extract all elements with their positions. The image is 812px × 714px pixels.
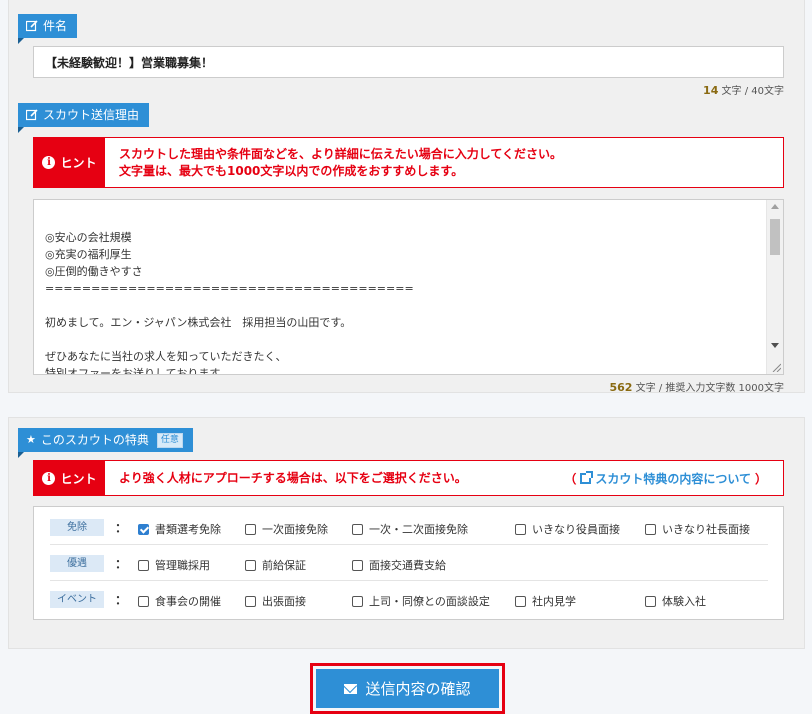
perk-colon: ： — [114, 593, 127, 607]
submit-highlight-frame: 送信内容の確認 — [310, 663, 505, 714]
perk-option-label[interactable]: 管理職採用 — [155, 557, 210, 573]
link-open-paren: （ — [564, 471, 577, 486]
perks-hint-box: i ヒント より強く人材にアプローチする場合は、以下をご選択ください。 （ スカ… — [33, 460, 784, 496]
hint-label-text: ヒント — [60, 156, 97, 170]
subject-tag-label: 件名 — [43, 19, 68, 33]
external-window-icon — [580, 470, 594, 484]
hint-label-text: ヒント — [60, 471, 97, 486]
perk-option[interactable]: いきなり役員面接 — [515, 521, 620, 537]
perk-option[interactable]: 一次面接免除 — [245, 521, 328, 537]
perk-category-label: 免除 — [50, 518, 104, 536]
reason-char-counter: 562 文字 / 推奨入力文字数 1000文字 — [609, 379, 784, 394]
perk-option[interactable]: 社内見学 — [515, 593, 576, 609]
perk-option-label[interactable]: 上司・同僚との面談設定 — [369, 593, 490, 609]
perk-category-label: イベント — [50, 591, 104, 608]
perks-tag: ★ このスカウトの特典 任意 — [18, 428, 193, 458]
checkbox[interactable] — [645, 595, 656, 607]
scroll-down-arrow-icon[interactable] — [771, 343, 779, 348]
scout-reason-textarea[interactable]: ◎安心の会社規模 ◎充実の福利厚生 ◎圧倒的働きやすさ ============… — [33, 199, 784, 375]
perk-option-label[interactable]: 書類選考免除 — [155, 521, 221, 537]
perk-option[interactable]: 面接交通費支給 — [352, 557, 446, 573]
scroll-up-arrow-icon[interactable] — [771, 204, 779, 209]
checkbox-checked[interactable] — [138, 523, 149, 535]
reason-char-limit: 文字 / 推奨入力文字数 1000文字 — [635, 383, 784, 394]
perks-tag-label: このスカウトの特典 — [40, 433, 149, 447]
perk-option-label[interactable]: いきなり社長面接 — [662, 521, 750, 537]
hint-label: i ヒント — [34, 461, 105, 495]
perk-option-label[interactable]: 面接交通費支給 — [369, 557, 446, 573]
checkbox[interactable] — [515, 523, 526, 535]
perk-option[interactable]: 上司・同僚との面談設定 — [352, 593, 490, 609]
perk-option[interactable]: 体験入社 — [645, 593, 706, 609]
checkbox[interactable] — [138, 559, 149, 571]
scout-reason-tag-label: スカウト送信理由 — [43, 108, 140, 122]
perks-info-link-inner[interactable]: スカウト特典の内容について — [580, 470, 751, 487]
perk-option-label[interactable]: 一次面接免除 — [262, 521, 328, 537]
optional-badge: 任意 — [156, 432, 183, 448]
reason-hint-text: スカウトした理由や条件面などを、より詳細に伝えたい場合に入力してください。 文字… — [105, 138, 576, 187]
subject-char-counter: 14 文字 / 40文字 — [703, 82, 784, 97]
perk-option-label[interactable]: 社内見学 — [532, 593, 576, 609]
perk-option[interactable]: 一次・二次面接免除 — [352, 521, 468, 537]
perk-option-label[interactable]: いきなり役員面接 — [532, 521, 620, 537]
edit-icon — [26, 109, 38, 121]
perk-option-label[interactable]: 一次・二次面接免除 — [369, 521, 468, 537]
perk-option-label[interactable]: 食事会の開催 — [155, 593, 221, 609]
perk-option[interactable]: 管理職採用 — [138, 557, 210, 573]
perk-option-label[interactable]: 出張面接 — [262, 593, 306, 609]
checkbox[interactable] — [352, 523, 363, 535]
hint-label: i ヒント — [34, 138, 105, 187]
checkbox[interactable] — [352, 559, 363, 571]
perks-table: 免除 ： 書類選考免除 一次面接免除 一次・二次面接免除 いきなり役員面接 いき… — [33, 506, 784, 620]
info-icon: i — [42, 471, 56, 485]
mail-icon — [344, 683, 358, 694]
checkbox[interactable] — [515, 595, 526, 607]
checkbox[interactable] — [138, 595, 149, 607]
confirm-submission-label: 送信内容の確認 — [365, 680, 471, 698]
subject-char-limit: 文字 / 40文字 — [721, 86, 784, 97]
edit-icon — [26, 20, 38, 32]
perk-option[interactable]: 出張面接 — [245, 593, 306, 609]
confirm-submission-button[interactable]: 送信内容の確認 — [316, 669, 499, 708]
perk-option[interactable]: 前給保証 — [245, 557, 306, 573]
reason-hint-line-1: スカウトした理由や条件面などを、より詳細に伝えたい場合に入力してください。 — [119, 146, 563, 161]
subject-char-count: 14 — [703, 84, 719, 97]
checkbox[interactable] — [352, 595, 363, 607]
perks-hint-text: より強く人材にアプローチする場合は、以下をご選択ください。 — [105, 461, 481, 495]
perk-option[interactable]: 書類選考免除 — [138, 521, 221, 537]
subject-input[interactable] — [33, 46, 784, 78]
link-close-paren: ） — [754, 471, 767, 486]
perk-colon: ： — [114, 556, 127, 571]
checkbox[interactable] — [245, 559, 256, 571]
perks-info-link-text[interactable]: スカウト特典の内容について — [595, 470, 751, 487]
perk-option[interactable]: 食事会の開催 — [138, 593, 221, 609]
textarea-scrollbar[interactable] — [766, 200, 783, 374]
info-icon: i — [42, 156, 56, 169]
subject-tag: 件名 — [18, 14, 78, 44]
perk-option[interactable]: いきなり社長面接 — [645, 521, 750, 537]
perks-hint-line: より強く人材にアプローチする場合は、以下をご選択ください。 — [119, 470, 467, 485]
star-icon: ★ — [26, 433, 36, 446]
perk-option-label[interactable]: 体験入社 — [662, 593, 706, 609]
scout-reason-text[interactable]: ◎安心の会社規模 ◎充実の福利厚生 ◎圧倒的働きやすさ ============… — [34, 200, 754, 374]
perk-option-label[interactable]: 前給保証 — [262, 557, 306, 573]
reason-hint-line-2: 文字量は、最大でも1000文字以内での作成をおすすめします。 — [119, 163, 464, 178]
scout-reason-tag: スカウト送信理由 — [18, 103, 150, 133]
reason-hint-box: i ヒント スカウトした理由や条件面などを、より詳細に伝えたい場合に入力してくだ… — [33, 137, 784, 188]
scroll-thumb[interactable] — [770, 219, 780, 255]
checkbox[interactable] — [245, 523, 256, 535]
checkbox[interactable] — [645, 523, 656, 535]
reason-char-count: 562 — [609, 381, 633, 394]
checkbox[interactable] — [245, 595, 256, 607]
resize-handle-icon[interactable] — [771, 362, 781, 372]
perk-colon: ： — [114, 520, 127, 535]
perks-info-link[interactable]: （ スカウト特典の内容について ） — [564, 461, 767, 495]
perk-category-label: 優遇 — [50, 554, 104, 572]
